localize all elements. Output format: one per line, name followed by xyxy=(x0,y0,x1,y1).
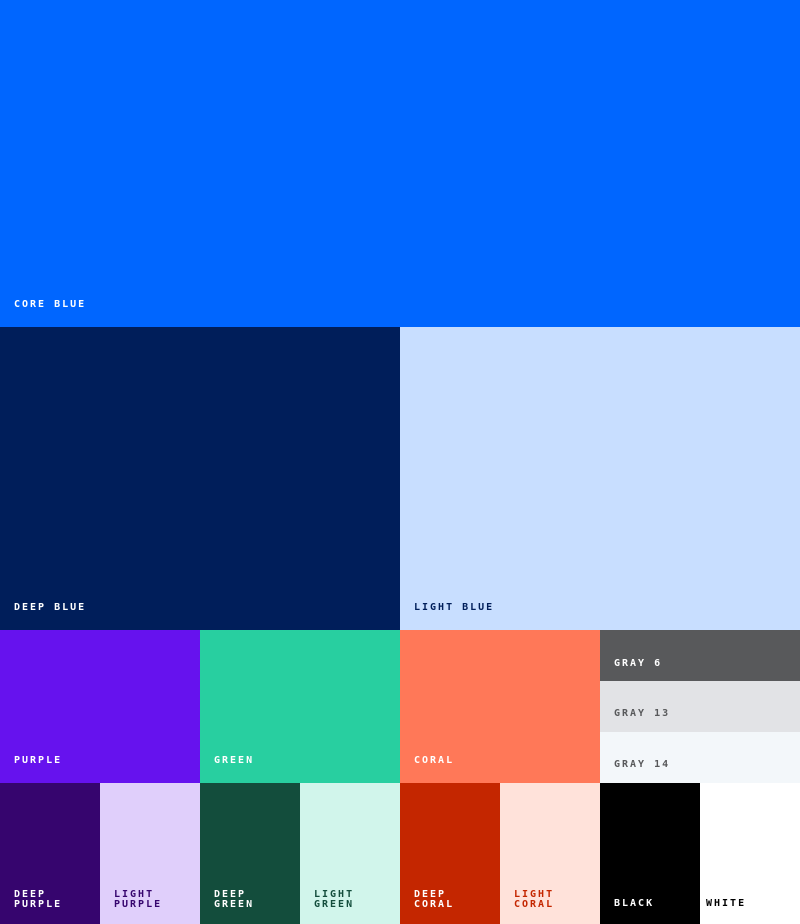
swatch-label: CORAL xyxy=(414,755,455,766)
swatch-white: WHITE xyxy=(700,783,800,924)
swatch-deep-green: DEEP GREEN xyxy=(200,783,300,924)
swatch-deep-coral: DEEP CORAL xyxy=(400,783,500,924)
swatch-label: LIGHT PURPLE xyxy=(114,889,163,910)
swatch-label: WHITE xyxy=(706,898,747,909)
swatch-gray-13: GRAY 13 xyxy=(600,681,800,732)
swatch-label: GRAY 13 xyxy=(614,708,671,719)
swatch-gray-6: GRAY 6 xyxy=(600,630,800,681)
swatch-label: DEEP BLUE xyxy=(14,602,87,613)
swatch-black: BLACK xyxy=(600,783,700,924)
swatch-light-blue: LIGHT BLUE xyxy=(400,327,800,630)
swatch-label: DEEP GREEN xyxy=(214,889,255,910)
swatch-label: GRAY 14 xyxy=(614,759,671,770)
swatch-label: DEEP CORAL xyxy=(414,889,455,910)
swatch-core-blue: CORE BLUE xyxy=(0,0,800,327)
swatch-deep-purple: DEEP PURPLE xyxy=(0,783,100,924)
swatch-light-coral: LIGHT CORAL xyxy=(500,783,600,924)
swatch-label: BLACK xyxy=(614,898,655,909)
swatch-label: LIGHT BLUE xyxy=(414,602,495,613)
color-palette: CORE BLUE DEEP BLUE LIGHT BLUE PURPLE GR… xyxy=(0,0,800,924)
swatch-green: GREEN xyxy=(200,630,400,783)
swatch-label: LIGHT CORAL xyxy=(514,889,555,910)
swatch-gray-14: GRAY 14 xyxy=(600,732,800,783)
swatch-label: DEEP PURPLE xyxy=(14,889,63,910)
swatch-light-purple: LIGHT PURPLE xyxy=(100,783,200,924)
swatch-light-green: LIGHT GREEN xyxy=(300,783,400,924)
swatch-label: GRAY 6 xyxy=(614,658,663,669)
swatch-label: LIGHT GREEN xyxy=(314,889,355,910)
swatch-label: CORE BLUE xyxy=(14,299,87,310)
swatch-deep-blue: DEEP BLUE xyxy=(0,327,400,630)
swatch-label: PURPLE xyxy=(14,755,63,766)
swatch-label: GREEN xyxy=(214,755,255,766)
swatch-purple: PURPLE xyxy=(0,630,200,783)
swatch-coral: CORAL xyxy=(400,630,600,783)
